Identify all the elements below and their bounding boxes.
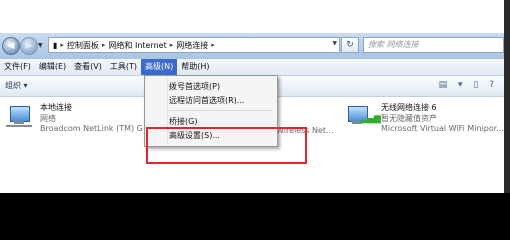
wireless-network-icon: ▂▄▆ bbox=[344, 106, 381, 128]
menu-view[interactable]: 查看(V) bbox=[70, 59, 106, 75]
search-input[interactable]: 搜索 网络连接 bbox=[363, 37, 504, 53]
organize-button[interactable]: 组织 ▾ bbox=[5, 80, 28, 91]
menu-divider bbox=[169, 110, 273, 111]
breadcrumb-network-internet[interactable]: 网络和 Internet bbox=[108, 40, 166, 51]
connection-local[interactable]: 本地连接 网络 Broadcom NetLink (TM) G bbox=[40, 102, 143, 133]
forward-button[interactable]: ▶ bbox=[20, 37, 38, 55]
breadcrumb-network-connections[interactable]: 网络连接 bbox=[176, 40, 208, 51]
back-button[interactable]: ◀ bbox=[2, 37, 20, 55]
view-options-icon[interactable]: ▤ ▾ ▯ ? bbox=[439, 80, 498, 90]
connection-wireless[interactable]: 无线网络连接 6 暂无隐藏值资产 Microsoft Virtual WiFi … bbox=[381, 102, 504, 133]
menu-edit[interactable]: 编辑(E) bbox=[35, 59, 70, 75]
menu-advanced[interactable]: 高级(N) bbox=[141, 59, 178, 75]
chevron-right-icon: ▸ bbox=[211, 41, 215, 49]
menu-item-dialup-preferences[interactable]: 拨号首选项(P) bbox=[169, 81, 220, 92]
menu-item-remote-access-preferences[interactable]: 远程访问首选项(R)... bbox=[169, 95, 244, 106]
connection-device: Broadcom NetLink (TM) G bbox=[40, 124, 143, 133]
connection-status: 网络 bbox=[40, 114, 56, 123]
connection-name: 本地连接 bbox=[40, 103, 72, 112]
chevron-right-icon: ▸ bbox=[60, 41, 64, 49]
chevron-right-icon: ▸ bbox=[101, 41, 106, 49]
window-edge bbox=[504, 0, 510, 193]
refresh-button[interactable]: ↻ bbox=[341, 37, 359, 53]
connection-name: 无线网络连接 6 bbox=[381, 103, 437, 112]
menu-tools[interactable]: 工具(T) bbox=[106, 59, 141, 75]
address-field[interactable]: ▮ ▸ 控制面板 ▸ 网络和 Internet ▸ 网络连接 ▸ ▼ bbox=[48, 37, 340, 53]
address-bar-strip: ◀ ▶ ▼ ▮ ▸ 控制面板 ▸ 网络和 Internet ▸ 网络连接 ▸ ▼… bbox=[0, 33, 504, 59]
connection-status: 暂无隐藏值资产 bbox=[381, 114, 437, 123]
menu-bar: 文件(F) 编辑(E) 查看(V) 工具(T) 高级(N) 帮助(H) bbox=[0, 59, 504, 76]
annotation-highlight-box bbox=[146, 127, 307, 164]
address-dropdown-icon[interactable]: ▼ bbox=[332, 40, 337, 47]
menu-help[interactable]: 帮助(H) bbox=[177, 59, 213, 75]
menu-file[interactable]: 文件(F) bbox=[0, 59, 35, 75]
folder-icon: ▮ bbox=[53, 40, 58, 50]
breadcrumb-control-panel[interactable]: 控制面板 bbox=[67, 40, 99, 51]
connection-device: Microsoft Virtual WiFi Minipor... bbox=[381, 124, 504, 133]
menu-item-bridge[interactable]: 桥接(G) bbox=[169, 116, 197, 127]
chevron-right-icon: ▸ bbox=[169, 41, 174, 49]
wired-network-icon bbox=[6, 106, 32, 128]
recent-pages-dropdown-icon[interactable]: ▼ bbox=[38, 42, 44, 49]
explorer-window: ◀ ▶ ▼ ▮ ▸ 控制面板 ▸ 网络和 Internet ▸ 网络连接 ▸ ▼… bbox=[0, 0, 510, 193]
